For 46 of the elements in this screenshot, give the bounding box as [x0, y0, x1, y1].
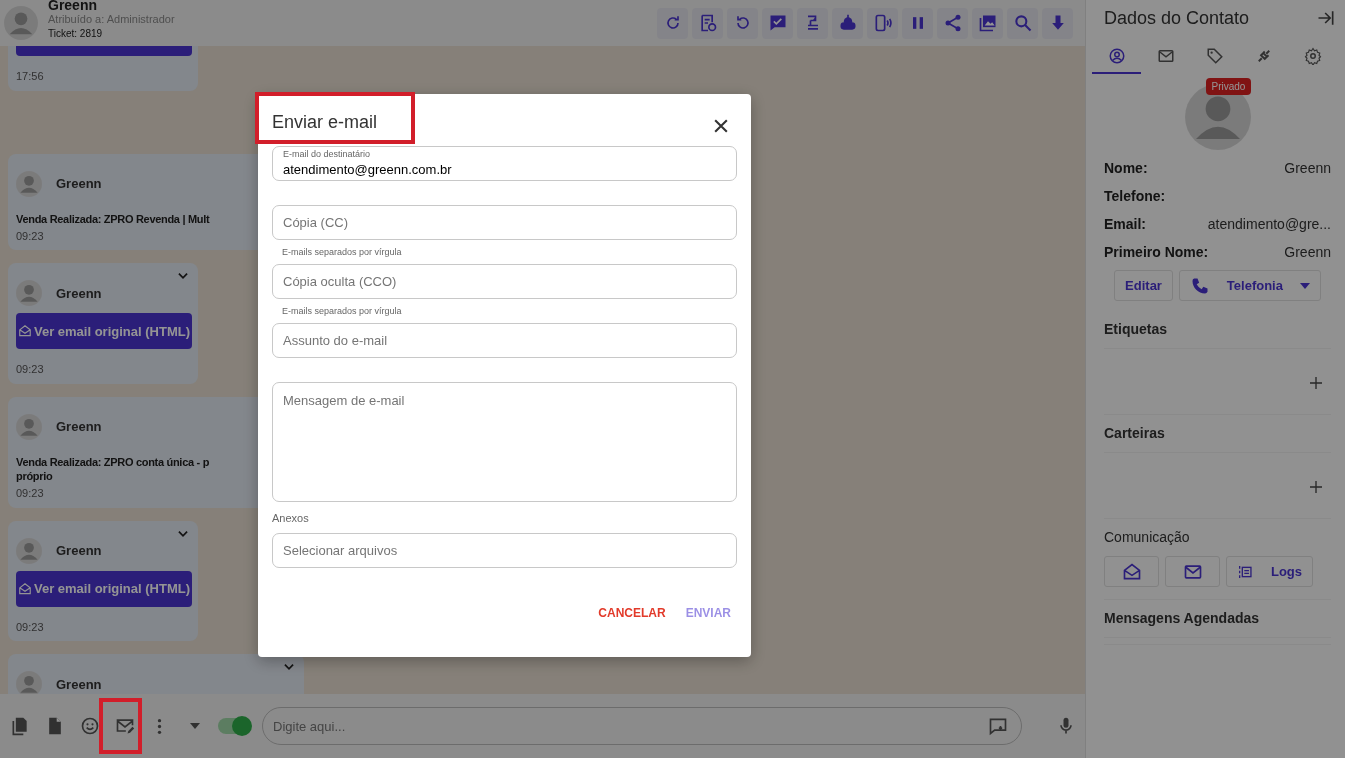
contact-name: Greenn — [48, 0, 98, 13]
sender-name: Greenn — [56, 542, 102, 561]
field-hint: E-mails separados por vírgula — [281, 305, 403, 318]
field-label: Primeiro Nome: — [1104, 242, 1209, 262]
input-field[interactable]: Cópia oculta (CCO) — [272, 264, 737, 299]
section-title: Etiquetas — [1104, 319, 1331, 349]
message-text: próprio — [16, 469, 53, 484]
field-label: Anexos — [272, 511, 310, 526]
sender-name: Greenn — [56, 675, 102, 694]
message-time: 09:23 — [16, 228, 44, 244]
modal-title: Enviar e-mail — [272, 112, 378, 134]
logs-button[interactable]: Logs — [1226, 556, 1313, 587]
cancel-button[interactable]: CANCELAR — [592, 597, 672, 628]
telephony-button[interactable]: Telefonia — [1178, 270, 1321, 301]
field-label: Nome: — [1104, 158, 1148, 178]
field-label: E-mail do destinatário — [283, 150, 371, 159]
edit-button[interactable]: Editar — [1114, 270, 1173, 301]
ticket-number: Ticket: 2819 — [48, 26, 104, 40]
sender-name: Greenn — [56, 284, 102, 303]
file-field[interactable]: Selecionar arquivos — [272, 532, 737, 568]
panel-title: Dados do Contato — [1104, 6, 1250, 30]
sender-name: Greenn — [56, 174, 102, 193]
message-text: Venda Realizada: ZPRO Revenda | Mult — [16, 211, 210, 226]
message-time: 09:23 — [16, 362, 44, 378]
section-title: Carteiras — [1104, 423, 1331, 453]
message-input[interactable]: Digite aqui... — [262, 707, 1022, 745]
message-time: 09:23 — [16, 619, 44, 635]
field-value: Greenn — [1284, 158, 1331, 178]
message-time: 17:56 — [16, 69, 44, 84]
input-field[interactable]: Cópia (CC) — [272, 205, 737, 240]
field-hint: E-mails separados por vírgula — [281, 246, 403, 259]
message-text: Venda Realizada: ZPRO conta única - p — [16, 454, 210, 470]
field-label: Telefone: — [1104, 186, 1166, 206]
section-title: Mensagens Agendadas — [1104, 608, 1331, 638]
input-field[interactable]: Assunto do e-mail — [272, 323, 737, 358]
view-email-button[interactable]: Ver email original (HTML) — [16, 313, 192, 350]
message-time: 09:23 — [16, 486, 44, 502]
section-title: Comunicação — [1104, 528, 1191, 547]
message-field[interactable]: Mensagem de e-mail — [272, 382, 737, 502]
field-value: atendimento@gre... — [1207, 214, 1331, 234]
field-label: Email: — [1104, 214, 1146, 234]
view-email-button[interactable]: Ver email original (HTML) — [16, 570, 192, 607]
private-badge: Privado — [1205, 78, 1252, 95]
field-value: Greenn — [1284, 242, 1331, 262]
assigned-to-text: Atribuído a: Administrador — [48, 12, 175, 27]
sender-name: Greenn — [56, 418, 102, 437]
